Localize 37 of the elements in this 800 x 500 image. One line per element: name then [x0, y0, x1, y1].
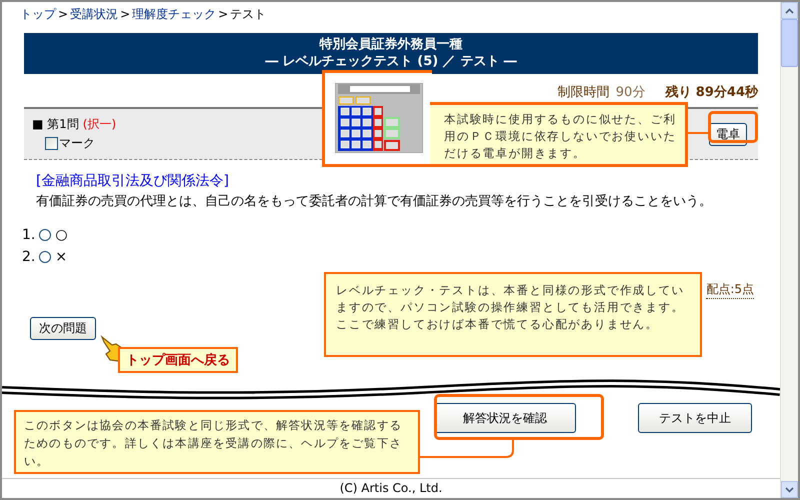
scrollbar[interactable] — [780, 2, 798, 498]
note-callout: レベルチェック・テストは、本番と同様の形式で作成していますので、パソコン試験の操作練習としても活用できます。ここで練習しておけば本番で慌てる心配がありません。 — [324, 272, 702, 357]
copyright: (C) Artis Co., Ltd. — [2, 478, 780, 498]
pointer-callout: トップ画面へ戻る — [118, 347, 238, 373]
breadcrumb-separator: > — [120, 7, 130, 21]
next-question-button[interactable]: 次の問題 — [30, 317, 96, 340]
mark-label: マーク — [59, 135, 95, 152]
option-radio[interactable] — [39, 229, 52, 241]
question-type: (択一) — [82, 116, 116, 133]
option-number: 2. — [22, 249, 36, 265]
breadcrumb-link[interactable]: トップ — [20, 6, 56, 22]
course-title: 特別会員証券外務員一種 — [318, 36, 464, 53]
breadcrumb-current: テスト — [230, 6, 266, 22]
category-link[interactable]: [金融商品取引法及び関係法令] — [36, 172, 780, 190]
time-limit-value: 90分 — [616, 84, 646, 101]
scroll-thumb[interactable] — [781, 19, 798, 67]
question-text: 有価証券の売買の代理とは、自己の名をもって委託者の計算で有価証券の売買等を行うことを引受けることをいう。 — [36, 193, 713, 211]
option-label: × — [55, 249, 68, 265]
breadcrumb-link[interactable]: 受講状況 — [70, 6, 118, 22]
scroll-up-icon[interactable] — [781, 2, 798, 19]
option-number: 1. — [22, 227, 36, 243]
calculator-callout: 本試験時に使用するものに似せた、ご利用のＰＣ環境に依存しないでお使いいただける電卓が開きます。 — [430, 102, 688, 167]
quit-test-button[interactable]: テストを中止 — [638, 403, 752, 433]
breadcrumb-separator: > — [58, 7, 68, 21]
time-limit-label: 制限時間 — [558, 84, 610, 101]
help-callout: このボタンは協会の本番試験と同じ形式で、解答状況等を確認するためのものです。詳しくは本講座を受講の際に、ヘルプをご覧下さい。 — [14, 410, 420, 474]
option-radio[interactable] — [39, 251, 52, 263]
breadcrumb-separator: > — [218, 7, 228, 21]
test-title: ― レベルチェックテスト (5) ／ テスト ― — [264, 53, 518, 70]
time-remaining: 残り 89分44秒 — [665, 84, 758, 101]
points-label: 配点:5点 — [706, 281, 754, 299]
question-number: ■ 第1問 — [32, 116, 79, 133]
mark-checkbox[interactable] — [45, 137, 58, 150]
scroll-down-icon[interactable] — [781, 481, 798, 498]
breadcrumb-link[interactable]: 理解度チェック — [132, 6, 216, 22]
option-label: ○ — [55, 227, 68, 243]
answer-status-button[interactable]: 解答状況を確認 — [434, 403, 576, 433]
